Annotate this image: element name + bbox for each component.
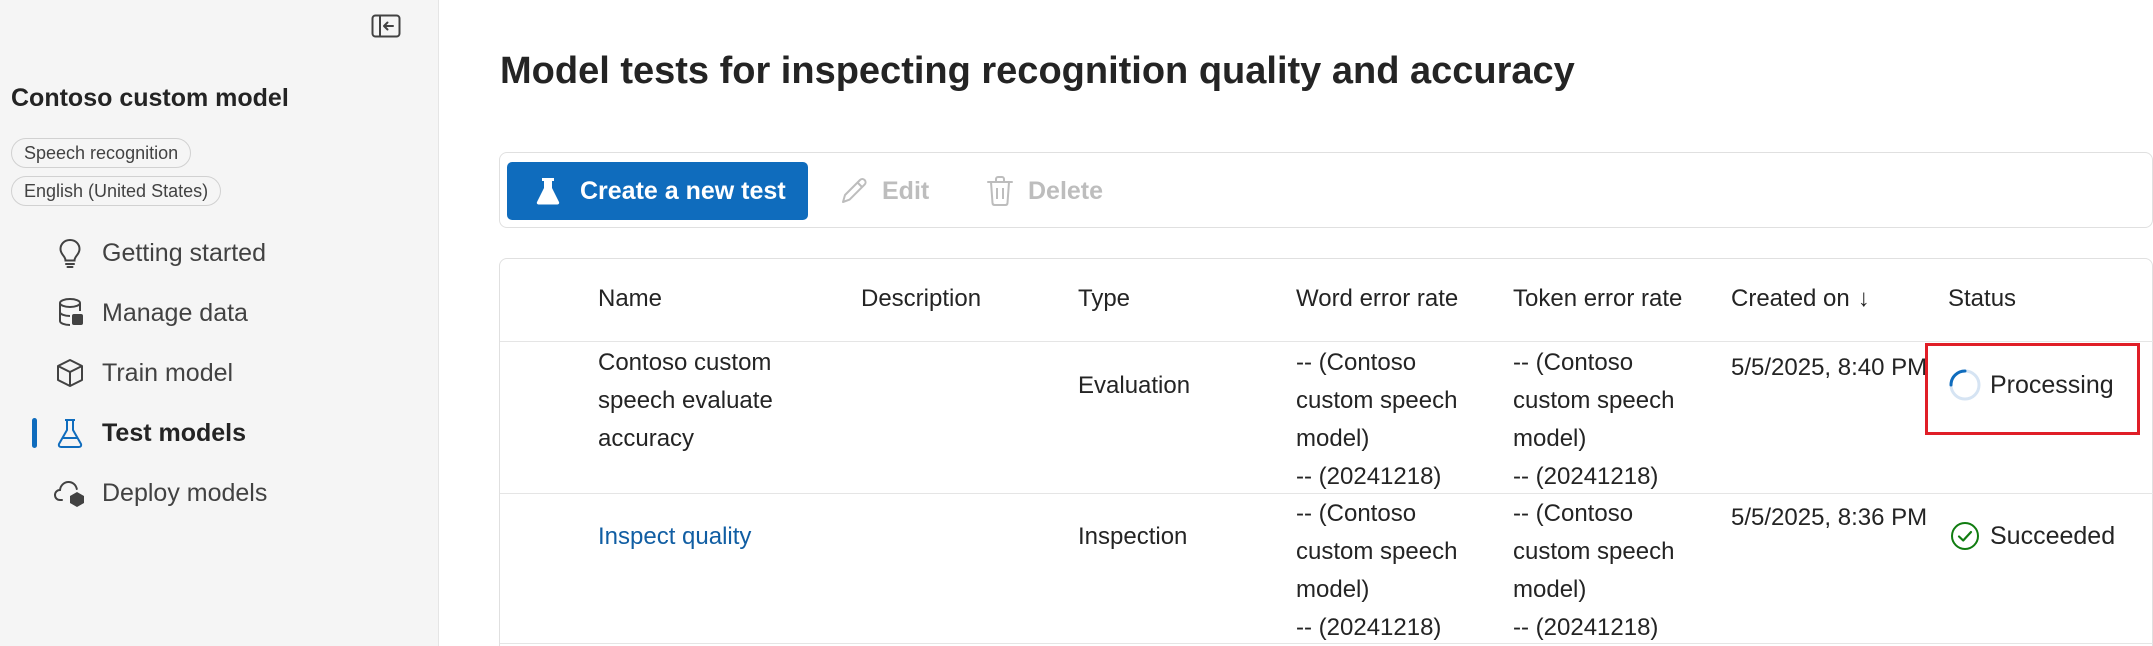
check-circle-icon — [1948, 519, 1982, 553]
column-header-token-error-rate[interactable]: Token error rate — [1513, 285, 1682, 313]
collapse-panel-icon — [371, 14, 401, 38]
beaker-icon — [52, 415, 88, 451]
cell-token-error-rate-version: -- (20241218) — [1513, 463, 1659, 490]
column-header-word-error-rate[interactable]: Word error rate — [1296, 285, 1458, 313]
column-header-status[interactable]: Status — [1948, 285, 2016, 313]
sidebar-item-getting-started[interactable]: Getting started — [32, 230, 412, 276]
create-new-test-button[interactable]: Create a new test — [507, 162, 808, 220]
cell-name-link[interactable]: Inspect quality — [598, 518, 751, 556]
lightbulb-icon — [52, 235, 88, 271]
cell-created-on: 5/5/2025, 8:36 PM — [1731, 504, 1928, 531]
sidebar-item-deploy-models[interactable]: Deploy models — [32, 470, 412, 516]
cell-token-error-rate-model: -- (Contoso custom speech model) — [1513, 349, 1675, 452]
cell-token-error-rate-version: -- (20241218) — [1513, 614, 1659, 641]
sidebar-item-label: Manage data — [102, 298, 248, 327]
edit-button[interactable]: Edit — [838, 162, 929, 220]
column-header-created-on-label: Created on — [1731, 285, 1850, 312]
cell-word-error-rate: -- (Contoso custom speech model) -- (202… — [1296, 344, 1496, 496]
command-toolbar: Create a new test Edit Delete — [499, 152, 2153, 228]
sort-descending-icon: ↓ — [1857, 285, 1870, 312]
cell-type: Evaluation — [1078, 372, 1191, 399]
highlight-annotation-box — [1925, 343, 2140, 435]
sidebar-item-label: Deploy models — [102, 478, 268, 507]
sidebar-item-label: Train model — [102, 358, 234, 387]
beaker-filled-icon — [533, 176, 563, 206]
sidebar-item-label: Getting started — [102, 238, 266, 267]
cell-created-on: 5/5/2025, 8:40 PM — [1731, 354, 1928, 381]
cell-status: Succeeded — [1948, 519, 2115, 553]
collapse-sidebar-button[interactable] — [370, 12, 402, 40]
header-divider — [500, 341, 2153, 342]
cell-token-error-rate: -- (Contoso custom speech model) -- (202… — [1513, 344, 1713, 496]
sidebar-item-label: Test models — [102, 418, 247, 447]
delete-label: Delete — [1028, 176, 1104, 205]
column-header-name[interactable]: Name — [598, 285, 662, 313]
create-new-test-label: Create a new test — [580, 176, 786, 205]
cube-icon — [52, 355, 88, 391]
row-divider — [500, 493, 2153, 494]
app-root: Contoso custom model Speech recognition … — [0, 0, 2153, 646]
sidebar-item-test-models[interactable]: Test models — [32, 410, 412, 456]
cloud-deploy-icon — [52, 475, 88, 511]
page-title: Model tests for inspecting recognition q… — [500, 50, 1575, 92]
database-icon — [52, 295, 88, 331]
column-header-created-on[interactable]: Created on ↓ — [1731, 285, 1870, 313]
edit-label: Edit — [882, 176, 930, 205]
project-title: Contoso custom model — [11, 84, 289, 112]
pencil-icon — [838, 175, 870, 207]
trash-icon — [984, 175, 1016, 207]
cell-token-error-rate-model: -- (Contoso custom speech model) — [1513, 500, 1675, 603]
cell-token-error-rate: -- (Contoso custom speech model) -- (202… — [1513, 495, 1713, 646]
sidebar: Contoso custom model Speech recognition … — [0, 0, 439, 646]
column-header-description[interactable]: Description — [861, 285, 981, 313]
cell-word-error-rate: -- (Contoso custom speech model) -- (202… — [1296, 495, 1496, 646]
row-divider — [500, 643, 2153, 644]
cell-word-error-rate-version: -- (20241218) — [1296, 614, 1442, 641]
cell-name: Contoso custom speech evaluate accuracy — [598, 349, 773, 452]
status-label: Succeeded — [1990, 521, 2116, 550]
sidebar-item-manage-data[interactable]: Manage data — [32, 290, 412, 336]
column-header-type[interactable]: Type — [1078, 285, 1130, 313]
cell-word-error-rate-model: -- (Contoso custom speech model) — [1296, 500, 1458, 603]
sidebar-item-train-model[interactable]: Train model — [32, 350, 412, 396]
cell-word-error-rate-model: -- (Contoso custom speech model) — [1296, 349, 1458, 452]
cell-word-error-rate-version: -- (20241218) — [1296, 463, 1442, 490]
chip-speech-recognition: Speech recognition — [11, 138, 192, 168]
cell-type: Inspection — [1078, 523, 1188, 550]
chip-language: English (United States) — [11, 176, 222, 206]
delete-button[interactable]: Delete — [984, 162, 1103, 220]
